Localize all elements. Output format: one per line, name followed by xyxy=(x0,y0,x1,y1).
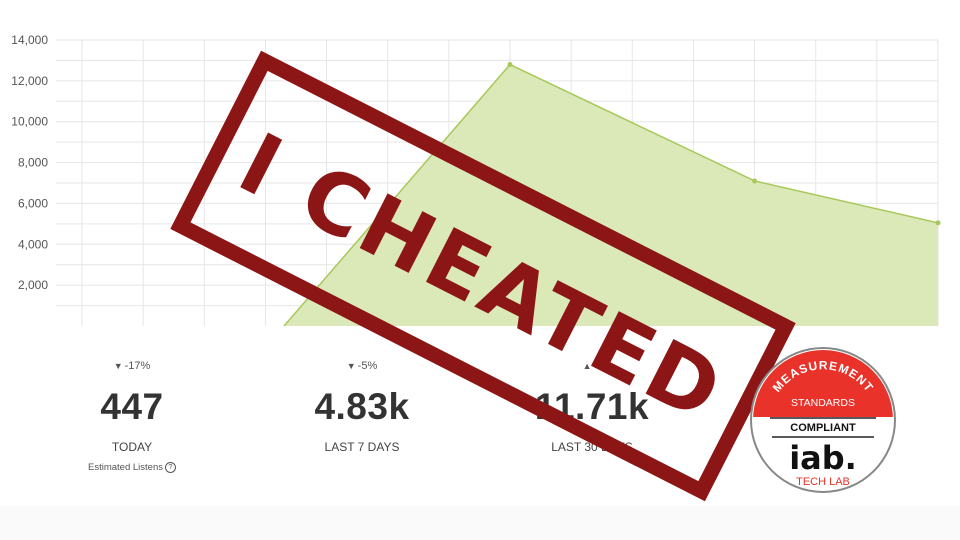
estimated-listens-note[interactable]: Estimated Listens? xyxy=(12,462,252,473)
triangle-down-icon: ▼ xyxy=(113,361,123,371)
badge-compliant: COMPLIANT xyxy=(790,422,856,434)
y-tick-label: 4,000 xyxy=(18,237,48,251)
stat-caption: TODAY xyxy=(111,440,153,454)
iab-compliance-badge: MEASUREMENT STANDARDS COMPLIANT iab. TEC… xyxy=(750,347,896,493)
data-point xyxy=(507,62,513,68)
y-tick-label: 6,000 xyxy=(18,196,48,210)
footer-strip xyxy=(0,506,960,540)
stat-caption: LAST 7 DAYS xyxy=(324,440,400,454)
info-icon[interactable]: ? xyxy=(164,462,176,473)
stat-value: 4.83k xyxy=(314,386,410,427)
triangle-down-icon: ▼ xyxy=(346,361,356,371)
badge-tech-lab: TECH LAB xyxy=(796,476,850,488)
y-tick-label: 12,000 xyxy=(11,74,48,88)
y-tick-label: 8,000 xyxy=(18,156,48,170)
y-tick-label: 2,000 xyxy=(18,278,48,292)
badge-standards: STANDARDS xyxy=(791,397,855,409)
stat-change: ▼ -17% xyxy=(113,360,151,372)
y-tick-label: 14,000 xyxy=(11,33,48,47)
data-point xyxy=(752,178,758,184)
badge-iab-logo: iab. xyxy=(789,439,857,477)
stat-value: 447 xyxy=(100,386,164,427)
y-tick-label: 10,000 xyxy=(11,115,48,129)
data-point xyxy=(935,220,941,226)
